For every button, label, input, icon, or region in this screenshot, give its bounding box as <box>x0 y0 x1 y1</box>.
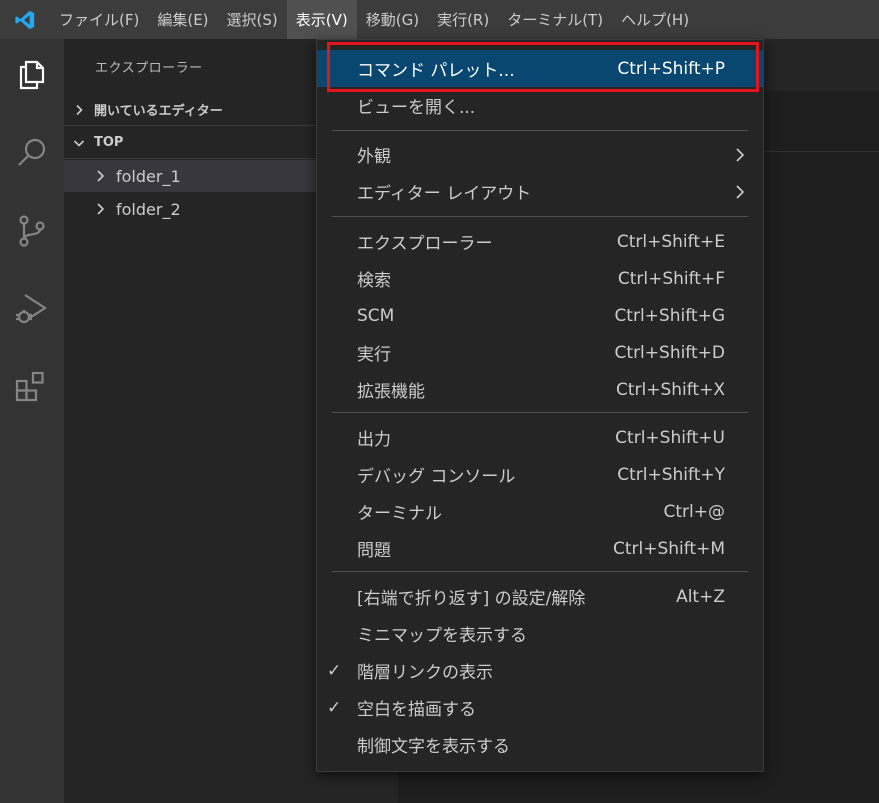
menu-item-problems[interactable]: 問題 Ctrl+Shift+M <box>317 530 763 567</box>
menu-item-label: [右端で折り返す] の設定/解除 <box>357 589 586 609</box>
menu-separator <box>332 412 748 413</box>
menu-item-output[interactable]: 出力 Ctrl+Shift+U <box>317 419 763 456</box>
check-icon: ✓ <box>327 660 342 681</box>
menu-selection[interactable]: 選択(S) <box>218 0 287 39</box>
menu-item-label: 検索 <box>357 271 391 291</box>
activity-bar <box>0 39 64 803</box>
menu-item-render-whitespace[interactable]: ✓ 空白を描画する <box>317 689 763 726</box>
menu-item-explorer[interactable]: エクスプローラー Ctrl+Shift+E <box>317 223 763 260</box>
menu-separator <box>332 130 748 131</box>
menu-separator <box>332 216 748 217</box>
menu-item-label: ターミナル <box>357 504 442 524</box>
menu-item-label: ミニマップを表示する <box>357 626 527 646</box>
menu-item-shortcut: Ctrl+Shift+F <box>617 268 725 289</box>
menu-item-shortcut: Ctrl+Shift+X <box>615 379 725 400</box>
menu-bar: ファイル(F) 編集(E) 選択(S) 表示(V) 移動(G) 実行(R) ター… <box>0 0 879 39</box>
menu-view[interactable]: 表示(V) <box>286 0 357 39</box>
menu-item-word-wrap[interactable]: [右端で折り返す] の設定/解除 Alt+Z <box>317 578 763 615</box>
menu-item-label: 出力 <box>357 430 391 450</box>
menu-item-extensions[interactable]: 拡張機能 Ctrl+Shift+X <box>317 371 763 408</box>
menu-help[interactable]: ヘルプ(H) <box>612 0 698 39</box>
menu-item-shortcut: Ctrl+Shift+E <box>616 231 725 252</box>
menu-item-run[interactable]: 実行 Ctrl+Shift+D <box>317 334 763 371</box>
menu-item-appearance[interactable]: 外観 <box>317 136 763 173</box>
menu-item-debug-console[interactable]: デバッグ コンソール Ctrl+Shift+Y <box>317 456 763 493</box>
menu-item-shortcut: Ctrl+Shift+Y <box>617 464 725 485</box>
chevron-right-icon <box>735 184 745 200</box>
menu-item-label: 実行 <box>357 345 391 365</box>
folder-label: folder_2 <box>116 199 181 219</box>
menu-item-shortcut: Alt+Z <box>676 586 725 607</box>
chevron-right-icon <box>90 202 110 216</box>
menu-run[interactable]: 実行(R) <box>428 0 498 39</box>
menu-item-scm[interactable]: SCM Ctrl+Shift+G <box>317 297 763 334</box>
search-icon[interactable] <box>0 125 64 181</box>
files-icon[interactable] <box>0 47 64 103</box>
menu-item-shortcut: Ctrl+Shift+U <box>615 427 725 448</box>
open-editors-section[interactable]: 開いているエディター <box>64 94 316 126</box>
menu-item-shortcut: Ctrl+@ <box>663 501 726 522</box>
menu-item-terminal[interactable]: ターミナル Ctrl+@ <box>317 493 763 530</box>
menu-item-label: 空白を描画する <box>357 700 476 720</box>
menu-item-shortcut: Ctrl+Shift+D <box>614 342 725 363</box>
folder-label: folder_1 <box>116 166 181 186</box>
menu-item-label: コマンド パレット... <box>357 61 515 81</box>
view-menu-dropdown: コマンド パレット... Ctrl+Shift+P ビューを開く... 外観 エ… <box>316 39 764 772</box>
menu-item-label: エクスプローラー <box>357 234 493 254</box>
menu-go[interactable]: 移動(G) <box>357 0 428 39</box>
menu-item-label: 外観 <box>357 147 391 167</box>
menu-item-breadcrumbs[interactable]: ✓ 階層リンクの表示 <box>317 652 763 689</box>
chevron-right-icon <box>90 169 110 183</box>
check-icon: ✓ <box>327 697 342 718</box>
menu-file[interactable]: ファイル(F) <box>50 0 148 39</box>
menu-item-label: ビューを開く... <box>357 98 476 118</box>
menu-item-minimap[interactable]: ミニマップを表示する <box>317 615 763 652</box>
menu-item-label: SCM <box>357 305 395 326</box>
tree-item-folder-1[interactable]: folder_1 <box>64 160 316 192</box>
chevron-right-icon <box>64 104 94 116</box>
menu-separator <box>332 571 748 572</box>
menu-item-editor-layout[interactable]: エディター レイアウト <box>317 173 763 210</box>
run-debug-icon[interactable] <box>0 281 64 337</box>
explorer-sidebar: エクスプローラー 開いているエディター TOP folder_1 folder_… <box>64 39 316 803</box>
menu-item-label: 問題 <box>357 541 391 561</box>
menu-item-label: 階層リンクの表示 <box>357 663 493 683</box>
open-editors-label: 開いているエディター <box>94 104 223 119</box>
chevron-down-icon <box>64 137 94 149</box>
sidebar-title: エクスプローラー <box>95 61 203 76</box>
vscode-logo-icon <box>0 0 50 39</box>
tree-item-folder-2[interactable]: folder_2 <box>64 193 316 225</box>
menu-item-command-palette[interactable]: コマンド パレット... Ctrl+Shift+P <box>317 50 763 87</box>
menu-item-open-view[interactable]: ビューを開く... <box>317 87 763 124</box>
menu-item-shortcut: Ctrl+Shift+P <box>617 58 725 79</box>
menu-edit[interactable]: 編集(E) <box>148 0 217 39</box>
menu-item-search[interactable]: 検索 Ctrl+Shift+F <box>317 260 763 297</box>
workspace-section[interactable]: TOP <box>64 127 316 159</box>
source-control-icon[interactable] <box>0 203 64 259</box>
menu-item-label: 拡張機能 <box>357 382 425 402</box>
menu-item-label: デバッグ コンソール <box>357 467 516 487</box>
menu-item-render-control-chars[interactable]: 制御文字を表示する <box>317 726 763 763</box>
menu-item-shortcut: Ctrl+Shift+G <box>614 305 725 326</box>
chevron-right-icon <box>735 147 745 163</box>
menu-item-label: 制御文字を表示する <box>357 737 510 757</box>
menu-terminal[interactable]: ターミナル(T) <box>498 0 612 39</box>
workspace-label: TOP <box>94 135 124 150</box>
menu-item-label: エディター レイアウト <box>357 184 532 204</box>
extensions-icon[interactable] <box>0 359 64 415</box>
menu-item-shortcut: Ctrl+Shift+M <box>612 538 725 559</box>
